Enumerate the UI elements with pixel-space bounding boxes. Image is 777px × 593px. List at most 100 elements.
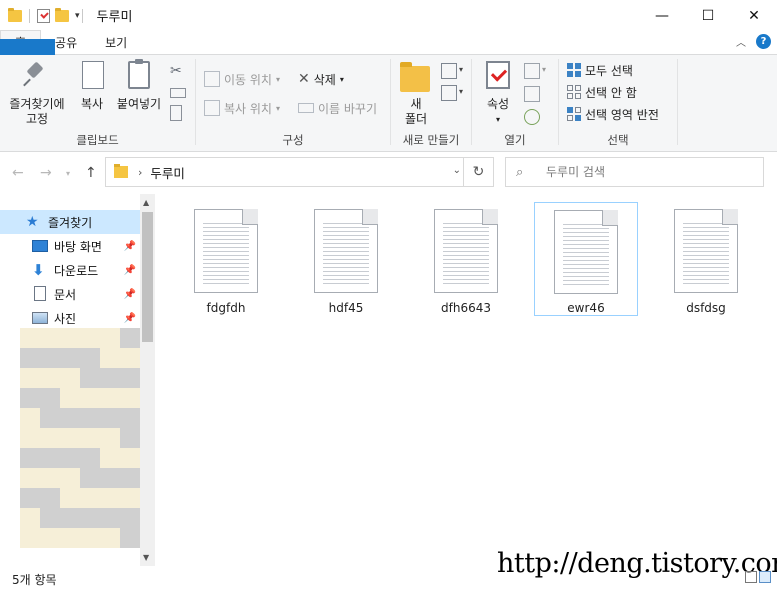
select-all-label: 모두 선택 (585, 63, 633, 78)
details-view-icon[interactable] (745, 571, 757, 583)
folder-icon (8, 7, 22, 22)
new-group-label: 새로 만들기 (402, 133, 460, 147)
copy-path-icon[interactable] (170, 88, 186, 98)
paste-icon (128, 59, 150, 89)
chevron-down-icon: ▾ (275, 74, 280, 84)
new-item-icon[interactable] (441, 63, 457, 79)
sidebar-item-downloads[interactable]: ⬇ 다운로드 📌 (0, 258, 140, 282)
cut-icon[interactable]: ✂ (170, 63, 186, 79)
star-icon: ★ (26, 214, 39, 230)
easy-access-icon[interactable] (441, 85, 457, 101)
file-item[interactable]: fdgfdh (174, 202, 278, 316)
breadcrumb[interactable]: 두루미 (150, 163, 185, 182)
documents-icon (32, 286, 48, 302)
scroll-thumb[interactable] (142, 212, 153, 342)
download-icon: ⬇ (32, 261, 45, 279)
copy-to-icon (204, 100, 220, 116)
paste-button[interactable]: 붙여넣기 (114, 59, 164, 112)
pin-label-line2: 고정 (25, 112, 49, 126)
sidebar-item-desktop[interactable]: 바탕 화면 📌 (0, 234, 140, 258)
mosaic-cell (120, 508, 140, 528)
properties-button[interactable]: 속성 ▾ (480, 61, 516, 127)
history-icon[interactable] (524, 109, 540, 125)
refresh-icon[interactable]: ↻ (463, 158, 493, 186)
address-bar[interactable]: › 두루미 ⌄ ↻ (105, 157, 494, 187)
sidebar-item-quick-access[interactable]: ★ 즐겨찾기 (0, 210, 140, 234)
mosaic-cell (100, 448, 120, 468)
mosaic-cell (80, 368, 100, 388)
file-item[interactable]: dsfdsg (654, 202, 758, 316)
move-to-button[interactable]: 이동 위치 ▾ (204, 69, 280, 89)
text-document-icon (554, 210, 618, 294)
mosaic-cell (20, 508, 40, 528)
rename-button[interactable]: 이름 바꾸기 (298, 98, 377, 118)
chevron-down-icon[interactable]: ⌄ (453, 165, 461, 176)
pin-icon[interactable]: 📌 (124, 265, 136, 276)
mosaic-cell (20, 368, 40, 388)
paste-shortcut-icon[interactable] (170, 105, 182, 121)
select-group-label: 선택 (607, 133, 629, 147)
sidebar-item-documents[interactable]: 문서 📌 (0, 282, 140, 306)
move-to-label: 이동 위치 (224, 72, 272, 87)
select-none-icon (567, 85, 581, 99)
organize-group: 이동 위치 ▾ 복사 위치 ▾ ✕ 삭제 ▾ 이름 바꾸기 구성 (196, 55, 390, 152)
pin-icon[interactable]: 📌 (124, 313, 136, 324)
help-icon[interactable]: ? (756, 34, 771, 49)
back-arrow-icon[interactable]: ← (12, 165, 24, 181)
mosaic-cell (120, 468, 140, 488)
search-input[interactable] (546, 165, 756, 179)
select-all-button[interactable]: 모두 선택 (567, 60, 633, 80)
search-box[interactable]: ⌕ (505, 157, 764, 187)
scroll-up-icon[interactable]: ▲ (143, 198, 149, 207)
pin-icon[interactable]: 📌 (124, 289, 136, 300)
mosaic-cell (40, 488, 60, 508)
mosaic-cell (100, 348, 120, 368)
desktop-icon (32, 238, 48, 254)
customize-toolbar-icon[interactable]: ▾ (75, 11, 80, 21)
mosaic-cell (20, 468, 40, 488)
quick-access-toolbar: ▾ (0, 0, 80, 31)
tab-view[interactable]: 보기 (91, 30, 141, 54)
invert-selection-icon (567, 107, 581, 121)
maximize-button[interactable]: ☐ (685, 0, 731, 31)
select-all-icon (567, 63, 581, 77)
sidebar-item-pictures[interactable]: 사진 📌 (0, 306, 140, 330)
copy-to-button[interactable]: 복사 위치 ▾ (204, 98, 280, 118)
new-folder-icon[interactable] (55, 7, 69, 22)
recent-locations-icon[interactable]: ▾ (66, 169, 70, 178)
nav-scrollbar[interactable]: ▲ ▼ (140, 194, 155, 566)
open-icon[interactable] (524, 63, 540, 79)
properties-icon[interactable] (37, 8, 50, 23)
chevron-right-icon[interactable]: › (138, 166, 142, 179)
edit-icon[interactable] (524, 86, 540, 102)
delete-button[interactable]: ✕ 삭제 ▾ (298, 69, 344, 89)
navigation-pane: ★ 즐겨찾기 바탕 화면 📌 ⬇ 다운로드 📌 문서 📌 사진 📌 ▲ ▼ (0, 194, 155, 566)
file-item-selected[interactable]: ewr46 (534, 202, 638, 316)
copy-button[interactable]: 복사 (74, 57, 110, 112)
file-item[interactable]: dfh6643 (414, 202, 518, 316)
pin-icon[interactable]: 📌 (124, 241, 136, 252)
pin-to-quick-access-button[interactable]: 즐겨찾기에 고정 (6, 61, 68, 127)
mosaic-cell (80, 488, 100, 508)
new-folder-button[interactable]: 새 폴더 (399, 61, 433, 127)
select-none-button[interactable]: 선택 안 함 (567, 82, 637, 102)
divider (29, 8, 30, 23)
copy-label: 복사 (80, 97, 104, 111)
close-button[interactable]: ✕ (731, 0, 777, 31)
mosaic-cell (60, 348, 80, 368)
forward-arrow-icon[interactable]: → (40, 165, 52, 181)
chevron-up-icon[interactable]: ︿ (736, 34, 746, 49)
large-icons-view-icon[interactable] (759, 571, 771, 583)
file-item[interactable]: hdf45 (294, 202, 398, 316)
up-arrow-icon[interactable]: ↑ (85, 165, 97, 181)
mosaic-cell (20, 408, 40, 428)
clipboard-group-label: 클립보드 (76, 133, 119, 147)
pin-icon (21, 61, 47, 87)
scroll-down-icon[interactable]: ▼ (143, 553, 149, 562)
mosaic-cell (80, 428, 100, 448)
invert-selection-button[interactable]: 선택 영역 반전 (567, 104, 659, 124)
mosaic-cell (120, 368, 140, 388)
ribbon-tabs: 파일 홈 공유 보기 ︿ ? (0, 30, 777, 153)
mosaic-cell (40, 348, 60, 368)
minimize-button[interactable]: — (639, 0, 685, 31)
